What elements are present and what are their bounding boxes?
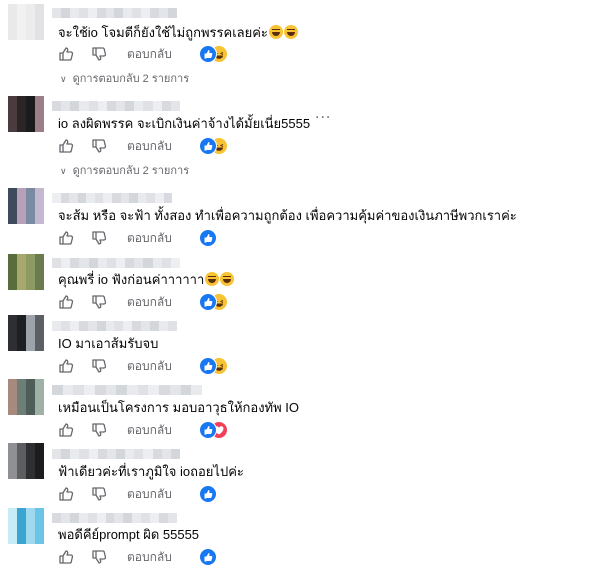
- comment-actions: ตอบกลับ: [58, 421, 358, 440]
- comment-text: ฟ้าเดียวค่ะที่เราภูมิใจ ioถอยไปค่ะ: [58, 464, 244, 480]
- chevron-down-icon: ∨: [60, 166, 67, 176]
- reply-button[interactable]: ตอบกลับ: [127, 46, 172, 62]
- comment-body: คุณพรี่ io ฟังก่อนค่าาาาาา: [58, 272, 205, 287]
- thumbs-down-icon[interactable]: [91, 358, 107, 374]
- reply-button[interactable]: ตอบกลับ: [127, 422, 172, 438]
- thumbs-up-icon[interactable]: [58, 422, 74, 438]
- thumbs-up-icon[interactable]: [58, 358, 74, 374]
- comment-body: จะส้ม หรือ จะฟ้า ทั้งสอง ทำเพื่อความถูกต…: [58, 208, 517, 223]
- commenter-name-blurred[interactable]: [52, 193, 173, 203]
- commenter-name-blurred[interactable]: [52, 8, 177, 18]
- reply-button[interactable]: ตอบกลับ: [127, 486, 172, 502]
- commenter-name-blurred[interactable]: [52, 101, 180, 111]
- comment-body: เหมือนเป็นโครงการ มอบอาวุธให้กองทัพ IO: [58, 400, 300, 415]
- comment-actions: ตอบกลับ: [58, 548, 358, 567]
- commenter-name-blurred[interactable]: [52, 513, 177, 523]
- reply-button[interactable]: ตอบกลับ: [127, 294, 172, 310]
- reaction-summary[interactable]: [199, 229, 239, 247]
- comment-text: คุณพรี่ io ฟังก่อนค่าาาาาา: [58, 272, 235, 288]
- thumbs-down-icon[interactable]: [91, 138, 107, 154]
- view-replies-label: ดูการตอบกลับ 2 รายการ: [72, 165, 190, 177]
- comment-actions: ตอบกลับ: [58, 485, 358, 504]
- comment-actions: ตอบกลับ: [58, 293, 358, 312]
- commenter-name-blurred[interactable]: [52, 385, 203, 395]
- comment-actions: ตอบกลับ: [58, 45, 358, 64]
- avatar[interactable]: [8, 315, 44, 351]
- commenter-name-blurred[interactable]: [52, 449, 180, 459]
- comment-text: io ลงผิดพรรค จะเบิกเงินค่าจ้างได้มั้ยเนี…: [58, 116, 310, 132]
- thumbs-up-icon[interactable]: [58, 486, 74, 502]
- comment-actions: ตอบกลับ: [58, 137, 358, 156]
- like-reaction-icon: [199, 357, 217, 375]
- avatar[interactable]: [8, 96, 44, 132]
- thumbs-up-icon[interactable]: [58, 549, 74, 565]
- reaction-summary[interactable]: [199, 293, 239, 311]
- thumbs-down-icon[interactable]: [91, 46, 107, 62]
- reaction-summary[interactable]: [199, 421, 239, 439]
- reply-button[interactable]: ตอบกลับ: [127, 358, 172, 374]
- commenter-name-blurred[interactable]: [52, 258, 180, 268]
- reaction-summary[interactable]: [199, 548, 239, 566]
- laughing-emoji-icon: [220, 272, 235, 286]
- reaction-summary[interactable]: [199, 45, 239, 63]
- thumbs-up-icon[interactable]: [58, 230, 74, 246]
- reaction-summary[interactable]: [199, 485, 239, 503]
- thumbs-down-icon[interactable]: [91, 294, 107, 310]
- reply-button[interactable]: ตอบกลับ: [127, 138, 172, 154]
- laughing-emoji-icon: [205, 272, 220, 286]
- thumbs-down-icon[interactable]: [91, 486, 107, 502]
- avatar[interactable]: [8, 379, 44, 415]
- avatar[interactable]: [8, 4, 44, 40]
- reply-button[interactable]: ตอบกลับ: [127, 230, 172, 246]
- thumbs-down-icon[interactable]: [91, 549, 107, 565]
- thumbs-down-icon[interactable]: [91, 422, 107, 438]
- avatar[interactable]: [8, 254, 44, 290]
- comment-body: io ลงผิดพรรค จะเบิกเงินค่าจ้างได้มั้ยเนี…: [58, 116, 311, 131]
- thumbs-down-icon[interactable]: [91, 230, 107, 246]
- comment-actions: ตอบกลับ: [58, 357, 358, 376]
- like-reaction-icon: [199, 137, 217, 155]
- like-reaction-icon: [199, 421, 217, 439]
- reaction-summary[interactable]: [199, 357, 239, 375]
- view-replies-label: ดูการตอบกลับ 2 รายการ: [72, 73, 190, 85]
- avatar[interactable]: [8, 443, 44, 479]
- comment-body: ฟ้าเดียวค่ะที่เราภูมิใจ ioถอยไปค่ะ: [58, 464, 244, 479]
- comment-text: พอดีคีย์prompt ผิด 55555: [58, 527, 199, 543]
- chevron-down-icon: ∨: [60, 74, 67, 84]
- comment-body: IO มาเอาส้มรับจบ: [58, 336, 159, 351]
- like-reaction-icon: [199, 485, 217, 503]
- view-replies-link[interactable]: ∨ ดูการตอบกลับ 2 รายการ: [60, 164, 189, 178]
- comment-text: IO มาเอาส้มรับจบ: [58, 336, 158, 352]
- reply-button[interactable]: ตอบกลับ: [127, 549, 172, 565]
- more-options-icon[interactable]: ···: [315, 110, 331, 126]
- thumbs-up-icon[interactable]: [58, 46, 74, 62]
- thumbs-up-icon[interactable]: [58, 138, 74, 154]
- like-reaction-icon: [199, 229, 217, 247]
- laughing-emoji-icon: [283, 25, 298, 39]
- view-replies-link[interactable]: ∨ ดูการตอบกลับ 2 รายการ: [60, 72, 189, 86]
- avatar[interactable]: [8, 508, 44, 544]
- reaction-summary[interactable]: [199, 137, 239, 155]
- like-reaction-icon: [199, 548, 217, 566]
- avatar[interactable]: [8, 188, 44, 224]
- comment-actions: ตอบกลับ: [58, 229, 358, 248]
- laughing-emoji-icon: [268, 25, 283, 39]
- comment-text: จะใช้io โจมตีก็ยังใช้ไม่ถูกพรรคเลยค่ะ: [58, 25, 298, 41]
- comment-body: จะใช้io โจมตีก็ยังใช้ไม่ถูกพรรคเลยค่ะ: [58, 25, 268, 40]
- comment-text: เหมือนเป็นโครงการ มอบอาวุธให้กองทัพ IO: [58, 400, 299, 416]
- comment-body: พอดีคีย์prompt ผิด 55555: [58, 527, 200, 542]
- like-reaction-icon: [199, 45, 217, 63]
- like-reaction-icon: [199, 293, 217, 311]
- thumbs-up-icon[interactable]: [58, 294, 74, 310]
- commenter-name-blurred[interactable]: [52, 321, 177, 331]
- comment-text: จะส้ม หรือ จะฟ้า ทั้งสอง ทำเพื่อความถูกต…: [58, 208, 517, 224]
